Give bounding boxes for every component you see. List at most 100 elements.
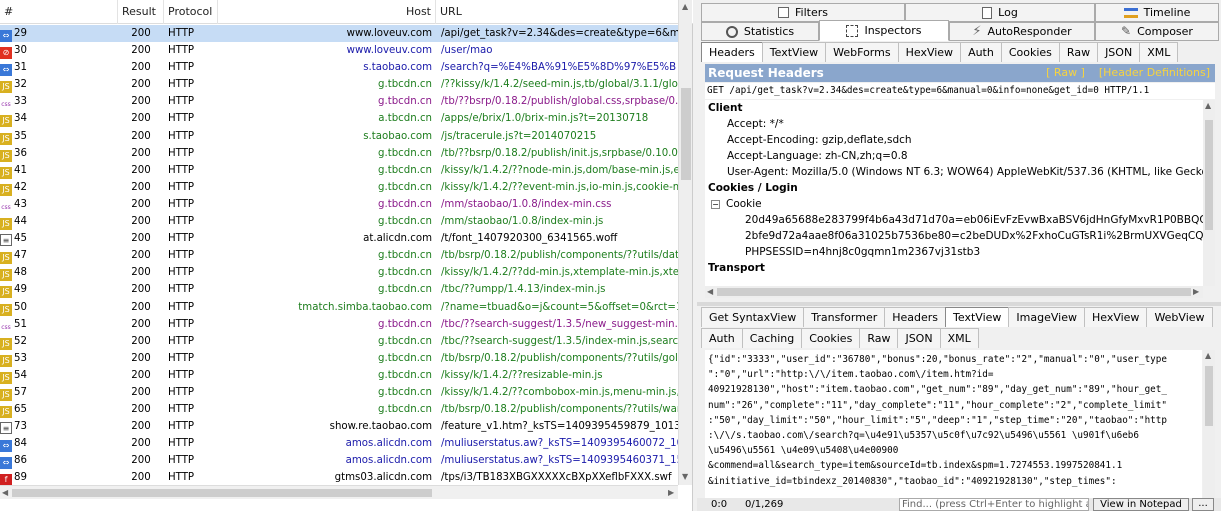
scroll-thumb[interactable] [1205, 120, 1213, 230]
tab-composer[interactable]: ✎ Composer [1095, 22, 1219, 41]
tab-headers[interactable]: Headers [701, 42, 763, 62]
sessions-horizontal-scrollbar[interactable]: ◀ ▶ [0, 485, 678, 499]
header-accept[interactable]: Accept: */* [705, 116, 1203, 132]
tab-xml[interactable]: XML [1139, 42, 1179, 62]
tab-autoresponder[interactable]: ⚡ AutoResponder [949, 22, 1095, 41]
session-row[interactable]: JS 42 200 HTTP g.tbcdn.cn/kissy/k/1.4.2/??ev… [0, 179, 678, 196]
headers-horizontal-scrollbar[interactable]: ◀ ▶ [705, 286, 1203, 298]
column-result[interactable]: Result [118, 0, 164, 24]
session-row[interactable]: JS 57 200 HTTP g.tbcdn.cn/kissy/k/1.4.2/??co… [0, 384, 678, 401]
scroll-up-icon[interactable]: ▲ [1205, 101, 1211, 110]
scroll-up-icon[interactable]: ▲ [682, 2, 688, 11]
session-row[interactable]: JS 44 200 HTTP g.tbcdn.cn/mm/staobao/1.0.8/i… [0, 213, 678, 231]
column-num[interactable]: # [0, 0, 118, 24]
cookie-node[interactable]: − Cookie [705, 196, 1203, 212]
header-accept-language[interactable]: Accept-Language: zh-CN,zh;q=0.8 [705, 148, 1203, 164]
tab-transformer[interactable]: Transformer [803, 307, 886, 327]
tab-headers[interactable]: Headers [884, 307, 947, 327]
scroll-right-icon[interactable]: ▶ [1193, 287, 1199, 296]
collapse-icon[interactable]: − [711, 200, 720, 209]
session-id: css 51 [0, 316, 118, 334]
cookie-value[interactable]: PHPSESSID=n4hnj8c0gqmn1m2367vj31stb3 [705, 244, 1203, 260]
scroll-thumb[interactable] [1205, 366, 1213, 426]
response-line: num":"26","complete":"11","day_complete"… [708, 399, 1167, 411]
tab-inspectors[interactable]: Inspectors [819, 20, 949, 41]
session-id: JS 65 [0, 401, 118, 419]
header-definitions-link[interactable]: [Header Definitions] [1099, 66, 1210, 79]
session-row[interactable]: ⇔ 31 200 HTTP s.taobao.com/search?q=%E4%BA%9… [0, 59, 678, 77]
scroll-left-icon[interactable]: ◀ [2, 488, 8, 497]
tab-textview[interactable]: TextView [945, 307, 1010, 327]
session-row[interactable]: ⇔ 86 200 HTTP amos.alicdn.com/muliuserstatus… [0, 452, 678, 470]
session-row[interactable]: JS 49 200 HTTP g.tbcdn.cn/tbc/??umpp/1.4.13/… [0, 281, 678, 299]
tab-auth[interactable]: Auth [960, 42, 1002, 62]
session-row[interactable]: JS 65 200 HTTP g.tbcdn.cn/tb/bsrp/0.18.2/pub… [0, 401, 678, 419]
section-client[interactable]: Client [705, 100, 1203, 116]
tab-get-syntaxview[interactable]: Get SyntaxView [701, 307, 805, 327]
session-row[interactable]: ⇔ 84 200 HTTP amos.alicdn.com/muliuserstatus… [0, 435, 678, 453]
session-row[interactable]: JS 47 200 HTTP g.tbcdn.cn/tb/bsrp/0.18.2/pub… [0, 247, 678, 265]
scroll-up-icon[interactable]: ▲ [1205, 351, 1211, 360]
column-host[interactable]: Host [218, 0, 436, 24]
session-row[interactable]: JS 35 200 HTTP s.taobao.com/js/tracerule.js?… [0, 128, 678, 145]
scroll-thumb[interactable] [12, 489, 432, 497]
section-transport[interactable]: Transport [705, 260, 1203, 276]
js-icon: JS [0, 81, 12, 94]
more-button[interactable]: ... [1192, 498, 1214, 511]
scroll-thumb[interactable] [717, 288, 1191, 296]
tab-caching[interactable]: Caching [741, 328, 803, 348]
tab-imageview[interactable]: ImageView [1008, 307, 1085, 327]
header-accept-encoding[interactable]: Accept-Encoding: gzip,deflate,sdch [705, 132, 1203, 148]
session-row[interactable]: ⇔ 29 200 HTTP www.loveuv.com/api/get_task?v=… [0, 25, 678, 43]
column-protocol[interactable]: Protocol [164, 0, 218, 24]
tab-timeline[interactable]: Timeline [1095, 3, 1219, 22]
tab-hexview[interactable]: HexView [897, 42, 962, 62]
tab-textview[interactable]: TextView [761, 42, 827, 62]
session-row[interactable]: JS 34 200 HTTP a.tbcdn.cn/apps/e/brix/1.0/br… [0, 110, 678, 128]
headers-vertical-scrollbar[interactable]: ▲ [1203, 100, 1215, 286]
tab-cookies[interactable]: Cookies [801, 328, 861, 348]
tab-xml[interactable]: XML [939, 328, 979, 348]
scroll-down-icon[interactable]: ▼ [682, 472, 688, 481]
view-in-notepad-button[interactable]: View in Notepad [1093, 498, 1189, 511]
tab-cookies[interactable]: Cookies [1000, 42, 1060, 62]
response-vertical-scrollbar[interactable]: ▲ [1203, 350, 1215, 498]
session-row[interactable]: css 33 200 HTTP g.tbcdn.cn/tb/??bsrp/0.18.2/… [0, 93, 678, 112]
session-row[interactable]: ⊘ 30 200 HTTP www.loveuv.com/user/mao [0, 42, 678, 60]
session-row[interactable]: JS 54 200 HTTP g.tbcdn.cn/kissy/k/1.4.2/??re… [0, 367, 678, 384]
scroll-left-icon[interactable]: ◀ [707, 287, 713, 296]
session-row[interactable]: ≡ 73 200 HTTP show.re.taobao.com/feature_v1.… [0, 418, 678, 435]
tab-webforms[interactable]: WebForms [825, 42, 899, 62]
session-row[interactable]: JS 53 200 HTTP g.tbcdn.cn/tb/bsrp/0.18.2/pub… [0, 350, 678, 367]
session-row[interactable]: JS 32 200 HTTP g.tbcdn.cn /??kissy/k/1.4.2/se… [0, 76, 678, 94]
raw-link[interactable]: [ Raw ] [1046, 66, 1085, 79]
session-row[interactable]: JS 50 200 HTTP tmatch.simba.taobao.com /?name… [0, 299, 678, 316]
scroll-right-icon[interactable]: ▶ [668, 488, 674, 497]
scroll-thumb[interactable] [681, 88, 691, 180]
tab-raw[interactable]: Raw [1058, 42, 1099, 62]
session-row[interactable]: JS 48 200 HTTP g.tbcdn.cn/kissy/k/1.4.2/??dd… [0, 264, 678, 282]
session-row[interactable]: ≡ 45 200 HTTP at.alicdn.com/t/font_140792030… [0, 230, 678, 247]
header-user-agent[interactable]: User-Agent: Mozilla/5.0 (Windows NT 6.3;… [705, 164, 1203, 180]
panel-splitter[interactable] [697, 302, 1221, 306]
column-url[interactable]: URL [436, 0, 678, 24]
response-textview[interactable]: {"id":"3333","user_id":"36780","bonus":2… [705, 350, 1202, 498]
session-row[interactable]: JS 36 200 HTTP g.tbcdn.cn/tb/??bsrp/0.18.2/p… [0, 145, 678, 162]
find-input[interactable]: Find... (press Ctrl+Enter to highlight a… [899, 498, 1089, 511]
session-row[interactable]: f 89 200 HTTP gtms03.alicdn.com/tps/i3/TB183… [0, 469, 678, 485]
session-row[interactable]: css 51 200 HTTP g.tbcdn.cn/tbc/??search-sugg… [0, 316, 678, 334]
cookie-value[interactable]: 2bfe9d72a4aae8f06a31025b7536be80=c2beDUD… [705, 228, 1203, 244]
tab-hexview[interactable]: HexView [1083, 307, 1148, 327]
tab-webview[interactable]: WebView [1146, 307, 1213, 327]
tab-raw[interactable]: Raw [859, 328, 899, 348]
sessions-vertical-scrollbar[interactable]: ▲ ▼ [678, 0, 692, 485]
session-row[interactable]: JS 52 200 HTTP g.tbcdn.cn/tbc/??search-sugge… [0, 333, 678, 350]
session-row[interactable]: css 43 200 HTTP g.tbcdn.cn/mm/staobao/1.0.8/… [0, 196, 678, 214]
tab-json[interactable]: JSON [897, 328, 941, 348]
session-row[interactable]: JS 41 200 HTTP g.tbcdn.cn/kissy/k/1.4.2/??no… [0, 162, 678, 179]
tab-auth[interactable]: Auth [701, 328, 743, 348]
section-cookies-login[interactable]: Cookies / Login [705, 180, 1203, 196]
tab-statistics[interactable]: Statistics [701, 22, 819, 41]
tab-json[interactable]: JSON [1097, 42, 1141, 62]
cookie-value[interactable]: 20d49a65688e283799f4b6a43d71d70a=eb06iEv… [705, 212, 1203, 228]
